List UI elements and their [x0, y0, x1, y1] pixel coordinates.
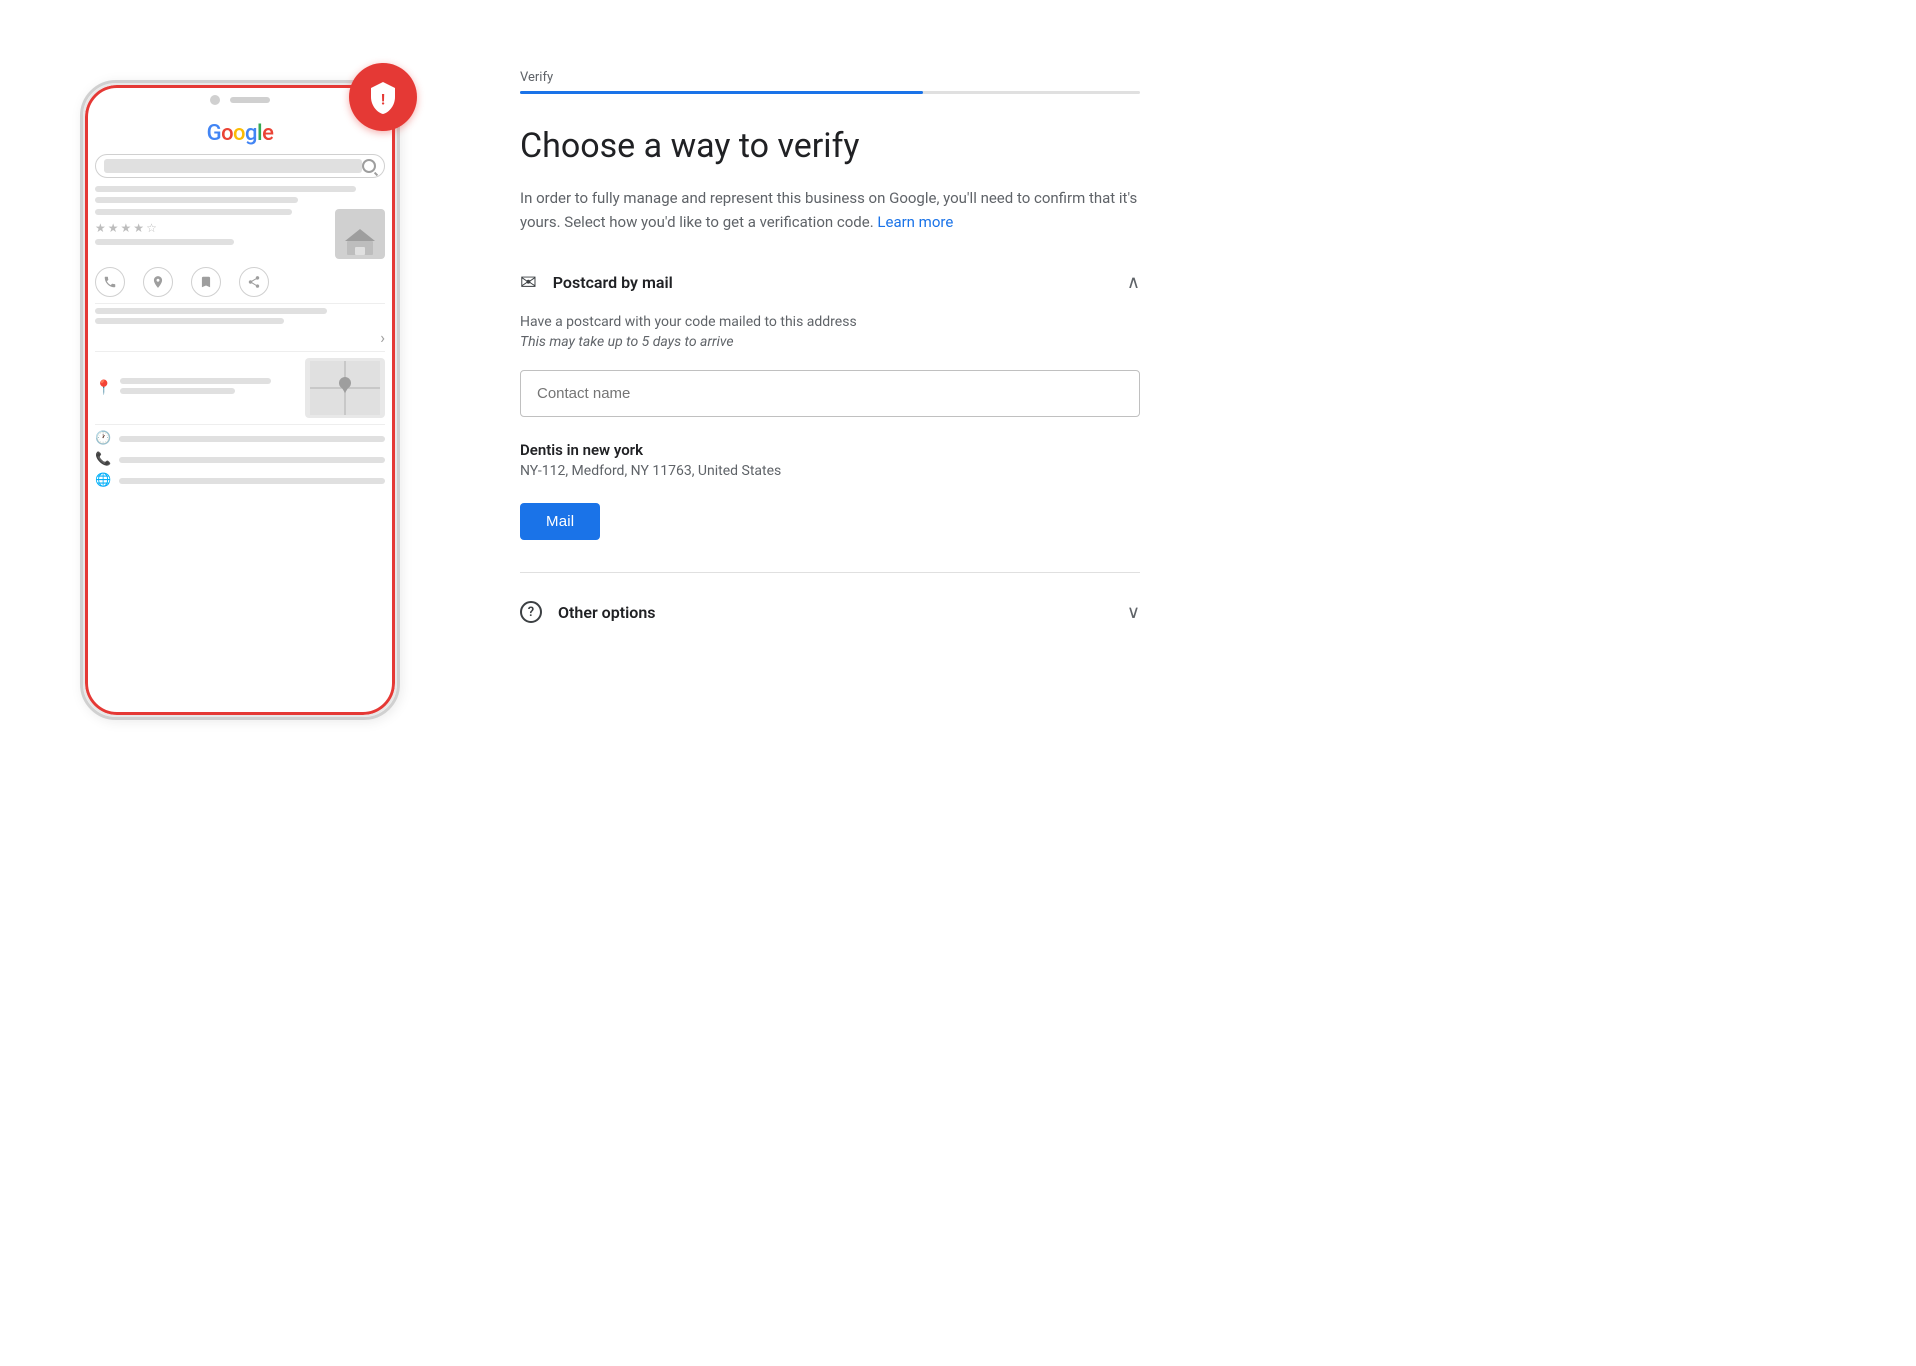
phone-icon: [95, 267, 125, 297]
phone-camera: [210, 95, 220, 105]
search-icon: [362, 159, 376, 173]
postcard-title: Postcard by mail: [553, 273, 673, 292]
navigation-icon: [143, 267, 173, 297]
progress-bar-fill: [520, 91, 923, 94]
map-section: 📍: [95, 358, 385, 418]
other-options-chevron-icon: ∨: [1127, 602, 1140, 623]
row-globe: 🌐: [95, 473, 385, 488]
action-icons-row: [95, 267, 385, 297]
progress-label: Verify: [520, 70, 1140, 85]
other-options-row[interactable]: ? Other options ∨: [520, 597, 1140, 627]
phone-frame: ! Google: [80, 80, 400, 720]
business-info: ★ ★ ★ ★ ☆: [95, 209, 327, 250]
clock-icon: 🕐: [95, 431, 111, 446]
postcard-section: ✉ Postcard by mail ∧ Have a postcard wit…: [520, 266, 1140, 548]
share-icon: [239, 267, 269, 297]
mail-button[interactable]: Mail: [520, 503, 600, 540]
progress-bar-track: [520, 91, 1140, 94]
question-circle-icon: ?: [520, 601, 542, 623]
learn-more-link[interactable]: Learn more: [877, 213, 953, 231]
business-address: NY-112, Medford, NY 11763, United States: [520, 463, 1140, 479]
row-clock: 🕐: [95, 431, 385, 446]
other-options-left: ? Other options: [520, 601, 655, 623]
phone-speaker: [230, 97, 270, 103]
section-divider: [520, 572, 1140, 573]
divider-3: [95, 424, 385, 425]
search-bar[interactable]: [95, 154, 385, 178]
business-card-area: ★ ★ ★ ★ ☆: [95, 209, 385, 259]
phone-mockup: ! Google: [80, 80, 420, 720]
divider-2: [95, 351, 385, 352]
placeholder-lines-top: [95, 186, 385, 203]
google-g: G: [207, 121, 222, 146]
phone-screen-content: Google: [85, 111, 395, 500]
bookmark-icon: [191, 267, 221, 297]
page-container: ! Google: [0, 0, 1916, 780]
mail-icon: ✉: [520, 270, 537, 294]
postcard-desc-1: Have a postcard with your code mailed to…: [520, 314, 1140, 330]
verify-section: Verify Choose a way to verify In order t…: [520, 60, 1140, 627]
progress-bar-area: Verify: [520, 70, 1140, 94]
shield-badge: !: [349, 63, 417, 131]
svg-text:!: !: [381, 91, 385, 109]
globe-icon: 🌐: [95, 473, 111, 488]
phone-inner: Google: [83, 83, 397, 717]
google-logo-row: Google: [95, 121, 385, 146]
stars-row: ★ ★ ★ ★ ☆: [95, 221, 327, 235]
postcard-chevron-icon: ∧: [1127, 272, 1140, 293]
other-options-title: Other options: [558, 603, 655, 622]
business-name: Dentis in new york: [520, 441, 1140, 459]
divider-1: [95, 303, 385, 304]
google-logo: Google: [207, 121, 274, 146]
postcard-desc-2: This may take up to 5 days to arrive: [520, 334, 1140, 350]
biz-image: [335, 209, 385, 259]
postcard-option-body: Have a postcard with your code mailed to…: [520, 298, 1140, 548]
expand-arrow-icon: ›: [380, 328, 385, 347]
page-description: In order to fully manage and represent t…: [520, 186, 1140, 234]
row-phone: 📞: [95, 452, 385, 467]
contact-name-input[interactable]: [520, 370, 1140, 417]
page-title: Choose a way to verify: [520, 126, 1140, 166]
location-icon: 📍: [95, 380, 112, 396]
search-bar-input-placeholder: [104, 159, 362, 173]
postcard-header-left: ✉ Postcard by mail: [520, 270, 673, 294]
phone-small-icon: 📞: [95, 452, 111, 467]
map-placeholder: [305, 358, 385, 418]
postcard-option-header[interactable]: ✉ Postcard by mail ∧: [520, 266, 1140, 298]
